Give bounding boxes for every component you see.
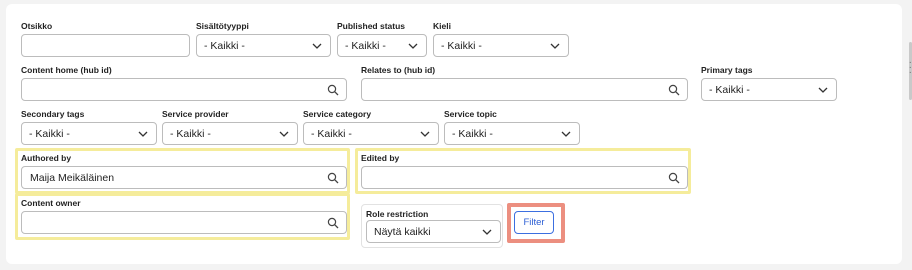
published-status-label: Published status — [337, 21, 406, 31]
sisaltotyyppi-value: - Kaikki - — [204, 39, 245, 52]
content-owner-label: Content owner — [21, 198, 81, 208]
sisaltotyyppi-select[interactable]: - Kaikki - — [196, 34, 331, 57]
sisaltotyyppi-label: Sisältötyyppi — [196, 21, 249, 31]
service-category-select[interactable]: - Kaikki - — [303, 122, 439, 145]
more-options-icon[interactable]: · · · — [909, 58, 912, 78]
search-icon[interactable] — [327, 172, 339, 184]
chevron-down-icon — [312, 41, 322, 51]
secondary-tags-label: Secondary tags — [21, 109, 85, 119]
service-topic-value: - Kaikki - — [452, 127, 493, 140]
search-icon[interactable] — [327, 84, 339, 96]
kieli-label: Kieli — [433, 21, 451, 31]
edited-by-label: Edited by — [361, 153, 400, 163]
search-icon[interactable] — [668, 84, 680, 96]
service-topic-label: Service topic — [444, 109, 497, 119]
secondary-tags-select[interactable]: - Kaikki - — [21, 122, 157, 145]
chevron-down-icon — [550, 41, 560, 51]
otsikko-label: Otsikko — [21, 21, 53, 31]
chevron-down-icon — [279, 129, 289, 139]
relates-to-input[interactable] — [361, 78, 688, 101]
kieli-value: - Kaikki - — [441, 39, 482, 52]
content-home-label: Content home (hub id) — [21, 65, 112, 75]
secondary-tags-value: - Kaikki - — [29, 127, 70, 140]
otsikko-input[interactable] — [21, 34, 190, 57]
chevron-down-icon — [482, 227, 492, 237]
chevron-down-icon — [561, 129, 571, 139]
service-category-label: Service category — [303, 109, 372, 119]
service-provider-value: - Kaikki - — [170, 127, 211, 140]
primary-tags-select[interactable]: - Kaikki - — [701, 78, 837, 101]
chevron-down-icon — [138, 129, 148, 139]
role-restriction-select[interactable]: Näytä kaikki — [366, 220, 501, 243]
published-status-value: - Kaikki - — [345, 39, 386, 52]
primary-tags-label: Primary tags — [701, 65, 753, 75]
authored-by-input[interactable]: Maija Meikäläinen — [21, 166, 347, 189]
authored-by-label: Authored by — [21, 153, 72, 163]
edited-by-input[interactable] — [361, 166, 688, 189]
published-status-select[interactable]: - Kaikki - — [337, 34, 427, 57]
search-icon[interactable] — [327, 217, 339, 229]
filter-button[interactable]: Filter — [514, 211, 554, 234]
service-provider-select[interactable]: - Kaikki - — [162, 122, 298, 145]
chevron-down-icon — [420, 129, 430, 139]
primary-tags-value: - Kaikki - — [709, 83, 750, 96]
search-icon[interactable] — [668, 172, 680, 184]
relates-to-label: Relates to (hub id) — [361, 65, 436, 75]
authored-by-value: Maija Meikäläinen — [30, 171, 115, 184]
content-home-input[interactable] — [21, 78, 347, 101]
service-topic-select[interactable]: - Kaikki - — [444, 122, 580, 145]
role-restriction-label: Role restriction — [366, 209, 429, 219]
service-category-value: - Kaikki - — [311, 127, 352, 140]
chevron-down-icon — [408, 41, 418, 51]
service-provider-label: Service provider — [162, 109, 229, 119]
kieli-select[interactable]: - Kaikki - — [433, 34, 569, 57]
role-restriction-value: Näytä kaikki — [374, 225, 431, 238]
content-owner-input[interactable] — [21, 211, 347, 234]
chevron-down-icon — [818, 85, 828, 95]
